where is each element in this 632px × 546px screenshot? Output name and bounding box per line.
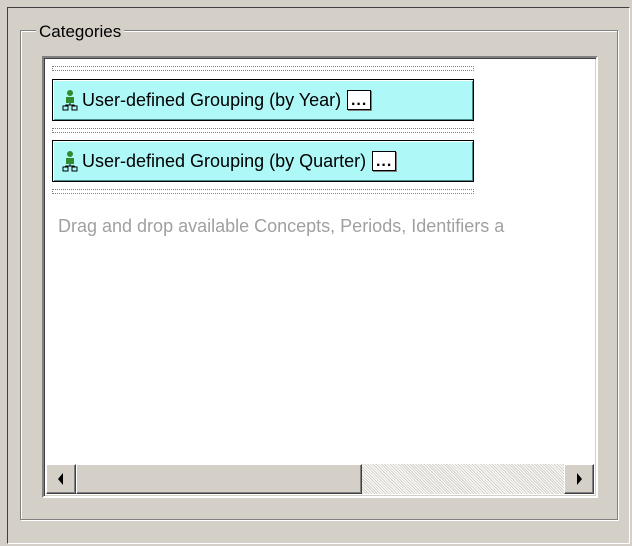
- arrow-right-icon: [577, 473, 582, 485]
- drop-slot[interactable]: [52, 66, 474, 71]
- arrow-left-icon: [58, 473, 63, 485]
- groupbox-title: Categories: [36, 21, 125, 43]
- categories-drop-list[interactable]: User-defined Grouping (by Year) ... User…: [42, 56, 598, 498]
- drop-slot[interactable]: [52, 189, 474, 194]
- scroll-left-button[interactable]: [46, 464, 76, 494]
- category-chip-quarter[interactable]: User-defined Grouping (by Quarter) ...: [52, 140, 474, 182]
- more-options-button[interactable]: ...: [372, 151, 397, 171]
- scrollbar-thumb[interactable]: [76, 464, 362, 494]
- more-options-button[interactable]: ...: [347, 90, 372, 110]
- grouping-icon: [60, 88, 80, 112]
- scroll-right-button[interactable]: [564, 464, 594, 494]
- category-chip-year[interactable]: User-defined Grouping (by Year) ...: [52, 79, 474, 121]
- horizontal-scrollbar[interactable]: [46, 464, 594, 494]
- drop-slot[interactable]: [52, 128, 474, 133]
- category-label: User-defined Grouping (by Year): [82, 89, 342, 110]
- category-label: User-defined Grouping (by Quarter): [82, 150, 367, 171]
- drop-hint-text: Drag and drop available Concepts, Period…: [58, 216, 505, 236]
- grouping-icon: [60, 149, 80, 173]
